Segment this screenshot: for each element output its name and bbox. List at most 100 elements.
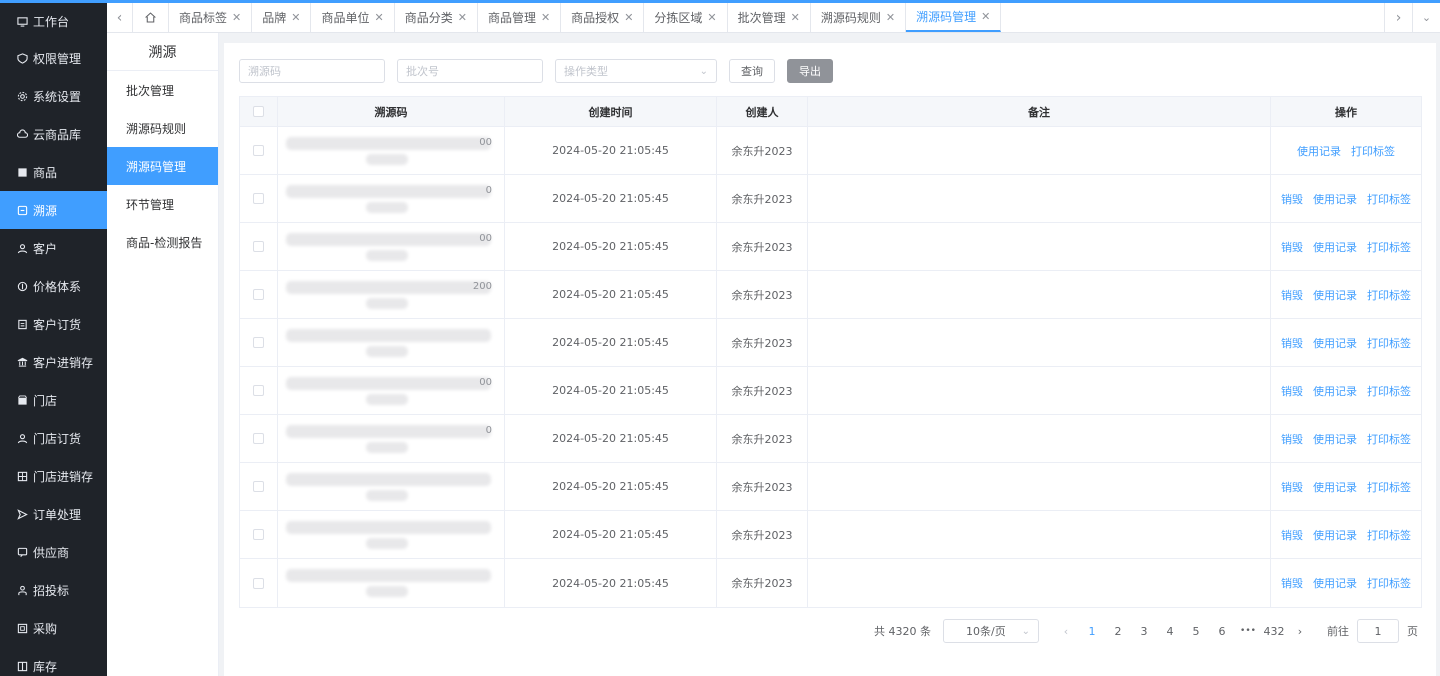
- usage-record-link[interactable]: 使用记录: [1313, 191, 1357, 207]
- usage-record-link[interactable]: 使用记录: [1313, 287, 1357, 303]
- sidebar-item-17[interactable]: 库存: [0, 647, 107, 676]
- destroy-link[interactable]: 销毁: [1281, 335, 1303, 351]
- close-icon[interactable]: ✕: [707, 11, 716, 24]
- print-label-link[interactable]: 打印标签: [1367, 479, 1411, 495]
- tab-item[interactable]: 溯源码管理 ✕: [906, 3, 1002, 32]
- sidebar-item-9[interactable]: 客户进销存: [0, 343, 107, 381]
- usage-record-link[interactable]: 使用记录: [1313, 239, 1357, 255]
- destroy-link[interactable]: 销毁: [1281, 479, 1303, 495]
- sidebar-item-15[interactable]: 招投标: [0, 571, 107, 609]
- prev-page-icon[interactable]: ‹: [1053, 625, 1079, 638]
- tab-item[interactable]: 商品授权 ✕: [561, 3, 645, 32]
- query-button[interactable]: 查询: [729, 59, 775, 83]
- sidebar-item-4[interactable]: 商品: [0, 153, 107, 191]
- sidebar-item-2[interactable]: 系统设置: [0, 77, 107, 115]
- page-size-select[interactable]: 10条/页 ⌄: [943, 619, 1039, 643]
- print-label-link[interactable]: 打印标签: [1351, 143, 1395, 159]
- row-checkbox[interactable]: [253, 433, 264, 444]
- row-checkbox[interactable]: [253, 289, 264, 300]
- sidebar-item-16[interactable]: 采购: [0, 609, 107, 647]
- tabs-scroll-left-icon[interactable]: ‹: [107, 3, 133, 32]
- print-label-link[interactable]: 打印标签: [1367, 527, 1411, 543]
- tab-item[interactable]: 商品分类 ✕: [395, 3, 478, 32]
- batch-number-input[interactable]: [397, 59, 543, 83]
- sidebar-item-3[interactable]: 云商品库: [0, 115, 107, 153]
- close-icon[interactable]: ✕: [374, 11, 383, 24]
- sidebar-item-11[interactable]: 门店订货: [0, 419, 107, 457]
- destroy-link[interactable]: 销毁: [1281, 575, 1303, 591]
- print-label-link[interactable]: 打印标签: [1367, 191, 1411, 207]
- row-checkbox[interactable]: [253, 481, 264, 492]
- usage-record-link[interactable]: 使用记录: [1313, 335, 1357, 351]
- close-icon[interactable]: ✕: [458, 11, 467, 24]
- sidebar-item-0[interactable]: 工作台: [0, 3, 107, 39]
- usage-record-link[interactable]: 使用记录: [1313, 527, 1357, 543]
- next-page-icon[interactable]: ›: [1287, 625, 1313, 638]
- usage-record-link[interactable]: 使用记录: [1313, 431, 1357, 447]
- close-icon[interactable]: ✕: [232, 11, 241, 24]
- print-label-link[interactable]: 打印标签: [1367, 287, 1411, 303]
- sidebar-item-8[interactable]: 客户订货: [0, 305, 107, 343]
- select-all-checkbox[interactable]: [253, 106, 264, 117]
- tab-item[interactable]: 分拣区域 ✕: [644, 3, 728, 32]
- close-icon[interactable]: ✕: [886, 11, 895, 24]
- tab-item[interactable]: 商品标签 ✕: [169, 3, 253, 32]
- home-tab[interactable]: [133, 3, 169, 32]
- row-checkbox[interactable]: [253, 529, 264, 540]
- sidebar-item-1[interactable]: 权限管理: [0, 39, 107, 77]
- tabs-scroll-right-icon[interactable]: ›: [1384, 3, 1412, 32]
- subnav-item[interactable]: 商品-检测报告: [107, 223, 218, 261]
- tab-item[interactable]: 批次管理 ✕: [728, 3, 811, 32]
- subnav-item[interactable]: 溯源码规则: [107, 109, 218, 147]
- print-label-link[interactable]: 打印标签: [1367, 239, 1411, 255]
- page-number[interactable]: 1: [1079, 625, 1105, 638]
- print-label-link[interactable]: 打印标签: [1367, 383, 1411, 399]
- goto-page-input[interactable]: 1: [1357, 619, 1399, 643]
- destroy-link[interactable]: 销毁: [1281, 527, 1303, 543]
- subnav-item[interactable]: 批次管理: [107, 71, 218, 109]
- page-number[interactable]: 6: [1209, 625, 1235, 638]
- close-icon[interactable]: ✕: [541, 11, 550, 24]
- page-number[interactable]: 3: [1131, 625, 1157, 638]
- usage-record-link[interactable]: 使用记录: [1297, 143, 1341, 159]
- tabs-dropdown-icon[interactable]: ⌄: [1412, 3, 1440, 32]
- operation-type-select[interactable]: 操作类型 ⌄: [555, 59, 717, 83]
- tab-item[interactable]: 品牌 ✕: [252, 3, 312, 32]
- destroy-link[interactable]: 销毁: [1281, 191, 1303, 207]
- row-checkbox[interactable]: [253, 577, 264, 589]
- usage-record-link[interactable]: 使用记录: [1313, 479, 1357, 495]
- row-checkbox[interactable]: [253, 241, 264, 252]
- row-checkbox[interactable]: [253, 337, 264, 348]
- sidebar-item-12[interactable]: 门店进销存: [0, 457, 107, 495]
- print-label-link[interactable]: 打印标签: [1367, 431, 1411, 447]
- page-number[interactable]: 4: [1157, 625, 1183, 638]
- row-checkbox[interactable]: [253, 193, 264, 204]
- export-button[interactable]: 导出: [787, 59, 833, 83]
- print-label-link[interactable]: 打印标签: [1367, 335, 1411, 351]
- sidebar-item-7[interactable]: 价格体系: [0, 267, 107, 305]
- destroy-link[interactable]: 销毁: [1281, 287, 1303, 303]
- usage-record-link[interactable]: 使用记录: [1313, 575, 1357, 591]
- sidebar-item-6[interactable]: 客户: [0, 229, 107, 267]
- page-number[interactable]: 5: [1183, 625, 1209, 638]
- close-icon[interactable]: ✕: [791, 11, 800, 24]
- sidebar-item-5[interactable]: 溯源: [0, 191, 107, 229]
- close-icon[interactable]: ✕: [291, 11, 300, 24]
- destroy-link[interactable]: 销毁: [1281, 383, 1303, 399]
- page-number[interactable]: 2: [1105, 625, 1131, 638]
- destroy-link[interactable]: 销毁: [1281, 431, 1303, 447]
- print-label-link[interactable]: 打印标签: [1367, 575, 1411, 591]
- subnav-item[interactable]: 溯源码管理: [107, 147, 218, 185]
- last-page[interactable]: 432: [1261, 625, 1287, 638]
- usage-record-link[interactable]: 使用记录: [1313, 383, 1357, 399]
- trace-code-input[interactable]: [239, 59, 385, 83]
- tab-item[interactable]: 溯源码规则 ✕: [811, 3, 907, 32]
- tab-item[interactable]: 商品管理 ✕: [478, 3, 562, 32]
- sidebar-item-10[interactable]: 门店: [0, 381, 107, 419]
- destroy-link[interactable]: 销毁: [1281, 239, 1303, 255]
- tab-item[interactable]: 商品单位 ✕: [311, 3, 395, 32]
- subnav-item[interactable]: 环节管理: [107, 185, 218, 223]
- sidebar-item-13[interactable]: 订单处理: [0, 495, 107, 533]
- close-icon[interactable]: ✕: [624, 11, 633, 24]
- close-icon[interactable]: ✕: [981, 10, 990, 23]
